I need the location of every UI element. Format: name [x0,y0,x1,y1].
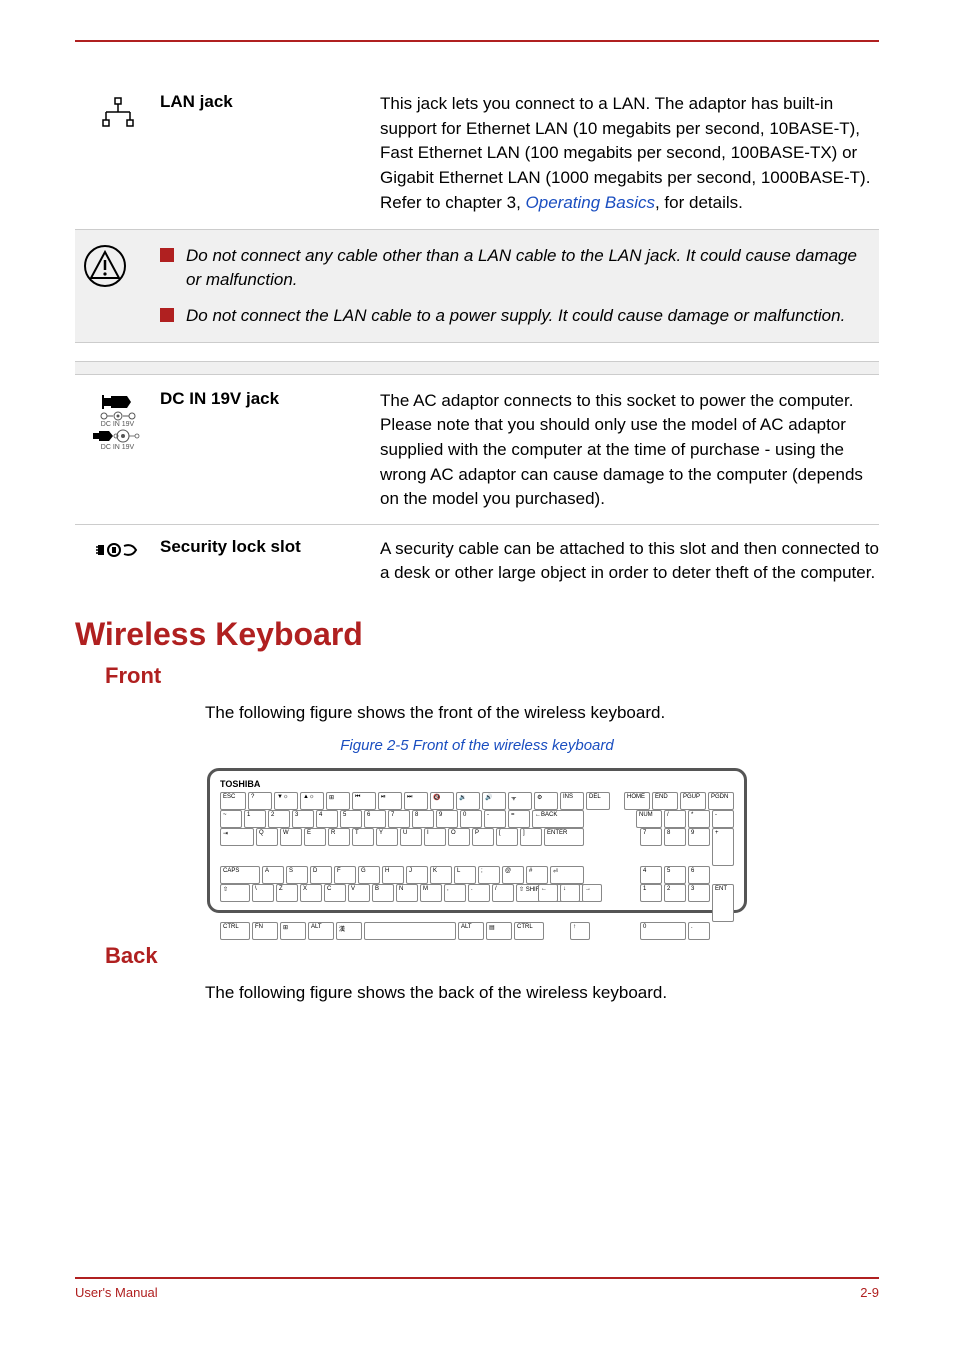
warning-bullet-icon [160,248,174,262]
dc-plug-icon [101,393,135,411]
warning-item-1: Do not connect any cable other than a LA… [160,244,863,292]
lan-jack-row: LAN jack This jack lets you connect to a… [75,92,879,215]
footer-left: User's Manual [75,1285,158,1300]
kb-qwerty-row: ⇥ Q W E R T Y U I O P [ ] ENTER 7 8 9 + [220,828,734,866]
dc-icon-col: DC IN 19V DC IN 19V [75,389,160,452]
lan-description: This jack lets you connect to a LAN. The… [380,92,879,215]
operating-basics-link[interactable]: Operating Basics [526,193,655,212]
footer-right: 2-9 [860,1285,879,1300]
kb-func-row: ESC ? ▼☼ ▲☼ ⊞ ⏮ ⏯ ⏭ 🔇 🔉 🔊 ᯤ ⚙ INS DEL HO… [220,792,734,810]
security-lock-icon [96,541,140,559]
dc-label: DC IN 19V jack [160,389,380,409]
lock-slot-row: Security lock slot A security cable can … [75,537,879,586]
keyboard-figure: TOSHIBA ESC ? ▼☼ ▲☼ ⊞ ⏮ ⏯ ⏭ 🔇 🔉 🔊 ᯤ ⚙ IN… [207,768,747,913]
wireless-keyboard-heading: Wireless Keyboard [75,616,879,653]
page-footer: User's Manual 2-9 [75,1277,879,1300]
figure-caption: Figure 2-5 Front of the wireless keyboar… [75,737,879,754]
lan-icon [100,96,136,132]
kb-zxcv-row: ⇧ \ Z X C V B N M , . / ⇧ SHIFT 1 2 3 EN… [220,884,734,922]
lock-label: Security lock slot [160,537,380,557]
warning-text-1: Do not connect any cable other than a LA… [186,244,863,292]
dc-label-2: DC IN 19V [101,444,134,452]
dc-polarity-icon-1 [98,411,138,421]
kb-num-row: ~ 1 2 3 4 5 6 7 8 9 0 - = ←BACK NUM / * … [220,810,734,828]
dc-label-1: DC IN 19V [101,421,134,429]
warning-bullet-icon [160,308,174,322]
lan-desc-text-2: , for details. [655,193,743,212]
front-body-text: The following figure shows the front of … [205,701,879,725]
lock-icon-col [75,537,160,559]
warning-triangle-icon [83,244,127,288]
back-body-text: The following figure shows the back of t… [205,981,879,1005]
keyboard-brand: TOSHIBA [220,779,734,789]
dc-plug-icon-2 [93,428,143,444]
dc-description: The AC adaptor connects to this socket t… [380,389,879,512]
back-subheading: Back [105,943,879,969]
lan-icon-col [75,92,160,132]
warning-icon-col [75,244,160,327]
warning-content: Do not connect any cable other than a LA… [160,244,863,327]
gray-spacer [75,361,879,375]
warning-text-2: Do not connect the LAN cable to a power … [186,304,845,328]
divider [75,524,879,525]
warning-box: Do not connect any cable other than a LA… [75,229,879,342]
warning-item-2: Do not connect the LAN cable to a power … [160,304,863,328]
top-rule [75,40,879,42]
lan-label: LAN jack [160,92,380,112]
dc-jack-row: DC IN 19V DC IN 19V DC IN 19V jack The A… [75,389,879,512]
lock-description: A security cable can be attached to this… [380,537,879,586]
kb-arrow-cluster: ← ↓ → [538,884,602,902]
front-subheading: Front [105,663,879,689]
